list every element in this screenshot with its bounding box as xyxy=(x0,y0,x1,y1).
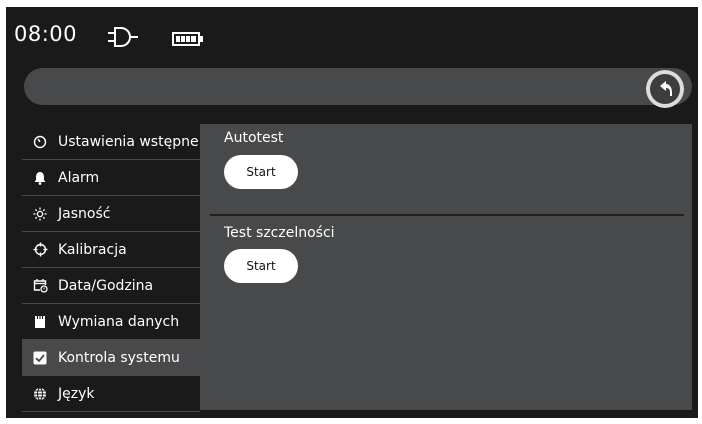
checkbox-icon xyxy=(32,350,48,366)
power-plug-icon xyxy=(105,27,151,51)
clock-time: 08:00 xyxy=(14,22,78,46)
crosshair-icon xyxy=(32,242,48,258)
sidebar-item-language[interactable]: Język xyxy=(22,376,200,412)
sidebar-item-calibration[interactable]: Kalibracja xyxy=(22,232,200,268)
calendar-clock-icon xyxy=(32,278,48,294)
sidebar-menu: Ustawienia wstępne Alarm Jasność Kalibra… xyxy=(22,124,200,412)
sd-card-icon xyxy=(32,314,48,330)
system-check-panel: Autotest Start Test szczelności Start xyxy=(200,124,692,410)
sidebar-item-label: Alarm xyxy=(58,169,100,186)
autotest-label: Autotest xyxy=(224,130,284,146)
leak-test-label: Test szczelności xyxy=(224,225,335,241)
sidebar-item-label: Język xyxy=(58,385,95,402)
leak-test-start-button[interactable]: Start xyxy=(224,249,298,283)
title-bar xyxy=(24,68,692,105)
timer-icon xyxy=(32,134,48,150)
back-button[interactable] xyxy=(646,70,684,108)
autotest-start-button[interactable]: Start xyxy=(224,155,298,189)
back-arrow-icon xyxy=(650,74,680,104)
sidebar-item-presets[interactable]: Ustawienia wstępne xyxy=(22,124,200,160)
sidebar-item-label: Jasność xyxy=(58,205,111,222)
bell-icon xyxy=(32,170,48,186)
device-screen: 08:00 Ustawienia wstępne Alarm Jasność K… xyxy=(6,7,698,418)
sidebar-item-alarm[interactable]: Alarm xyxy=(22,160,200,196)
status-bar: 08:00 xyxy=(6,7,698,63)
sidebar-item-label: Ustawienia wstępne xyxy=(58,133,199,150)
sidebar-item-data-exchange[interactable]: Wymiana danych xyxy=(22,304,200,340)
sidebar-item-system-check[interactable]: Kontrola systemu xyxy=(22,340,200,376)
battery-full-icon xyxy=(172,31,204,50)
sidebar-item-label: Kontrola systemu xyxy=(58,349,180,366)
section-divider xyxy=(210,214,684,216)
sun-icon xyxy=(32,206,48,222)
sidebar-item-label: Kalibracja xyxy=(58,241,127,258)
globe-icon xyxy=(32,386,48,402)
sidebar-item-date-time[interactable]: Data/Godzina xyxy=(22,268,200,304)
sidebar-item-label: Data/Godzina xyxy=(58,277,154,294)
sidebar-item-brightness[interactable]: Jasność xyxy=(22,196,200,232)
sidebar-item-label: Wymiana danych xyxy=(58,313,180,330)
